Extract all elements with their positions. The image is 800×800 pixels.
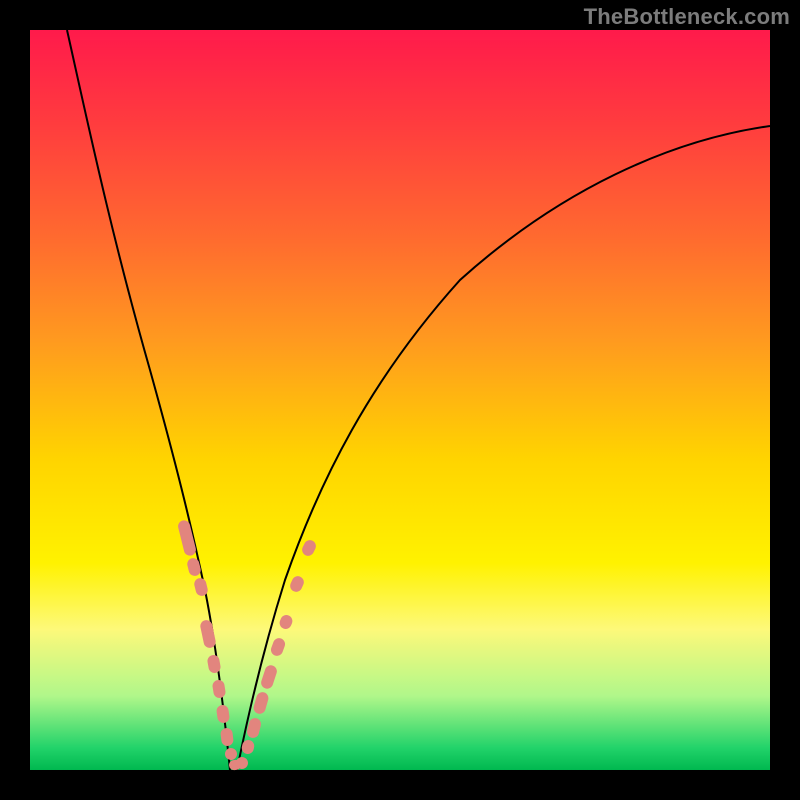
right-markers — [235, 538, 318, 770]
left-markers — [177, 519, 242, 770]
curve-layer — [30, 30, 770, 770]
watermark-text: TheBottleneck.com — [584, 4, 790, 30]
plot-area — [30, 30, 770, 770]
right-curve — [237, 126, 770, 770]
left-curve — [67, 30, 230, 770]
chart-frame: TheBottleneck.com — [0, 0, 800, 800]
